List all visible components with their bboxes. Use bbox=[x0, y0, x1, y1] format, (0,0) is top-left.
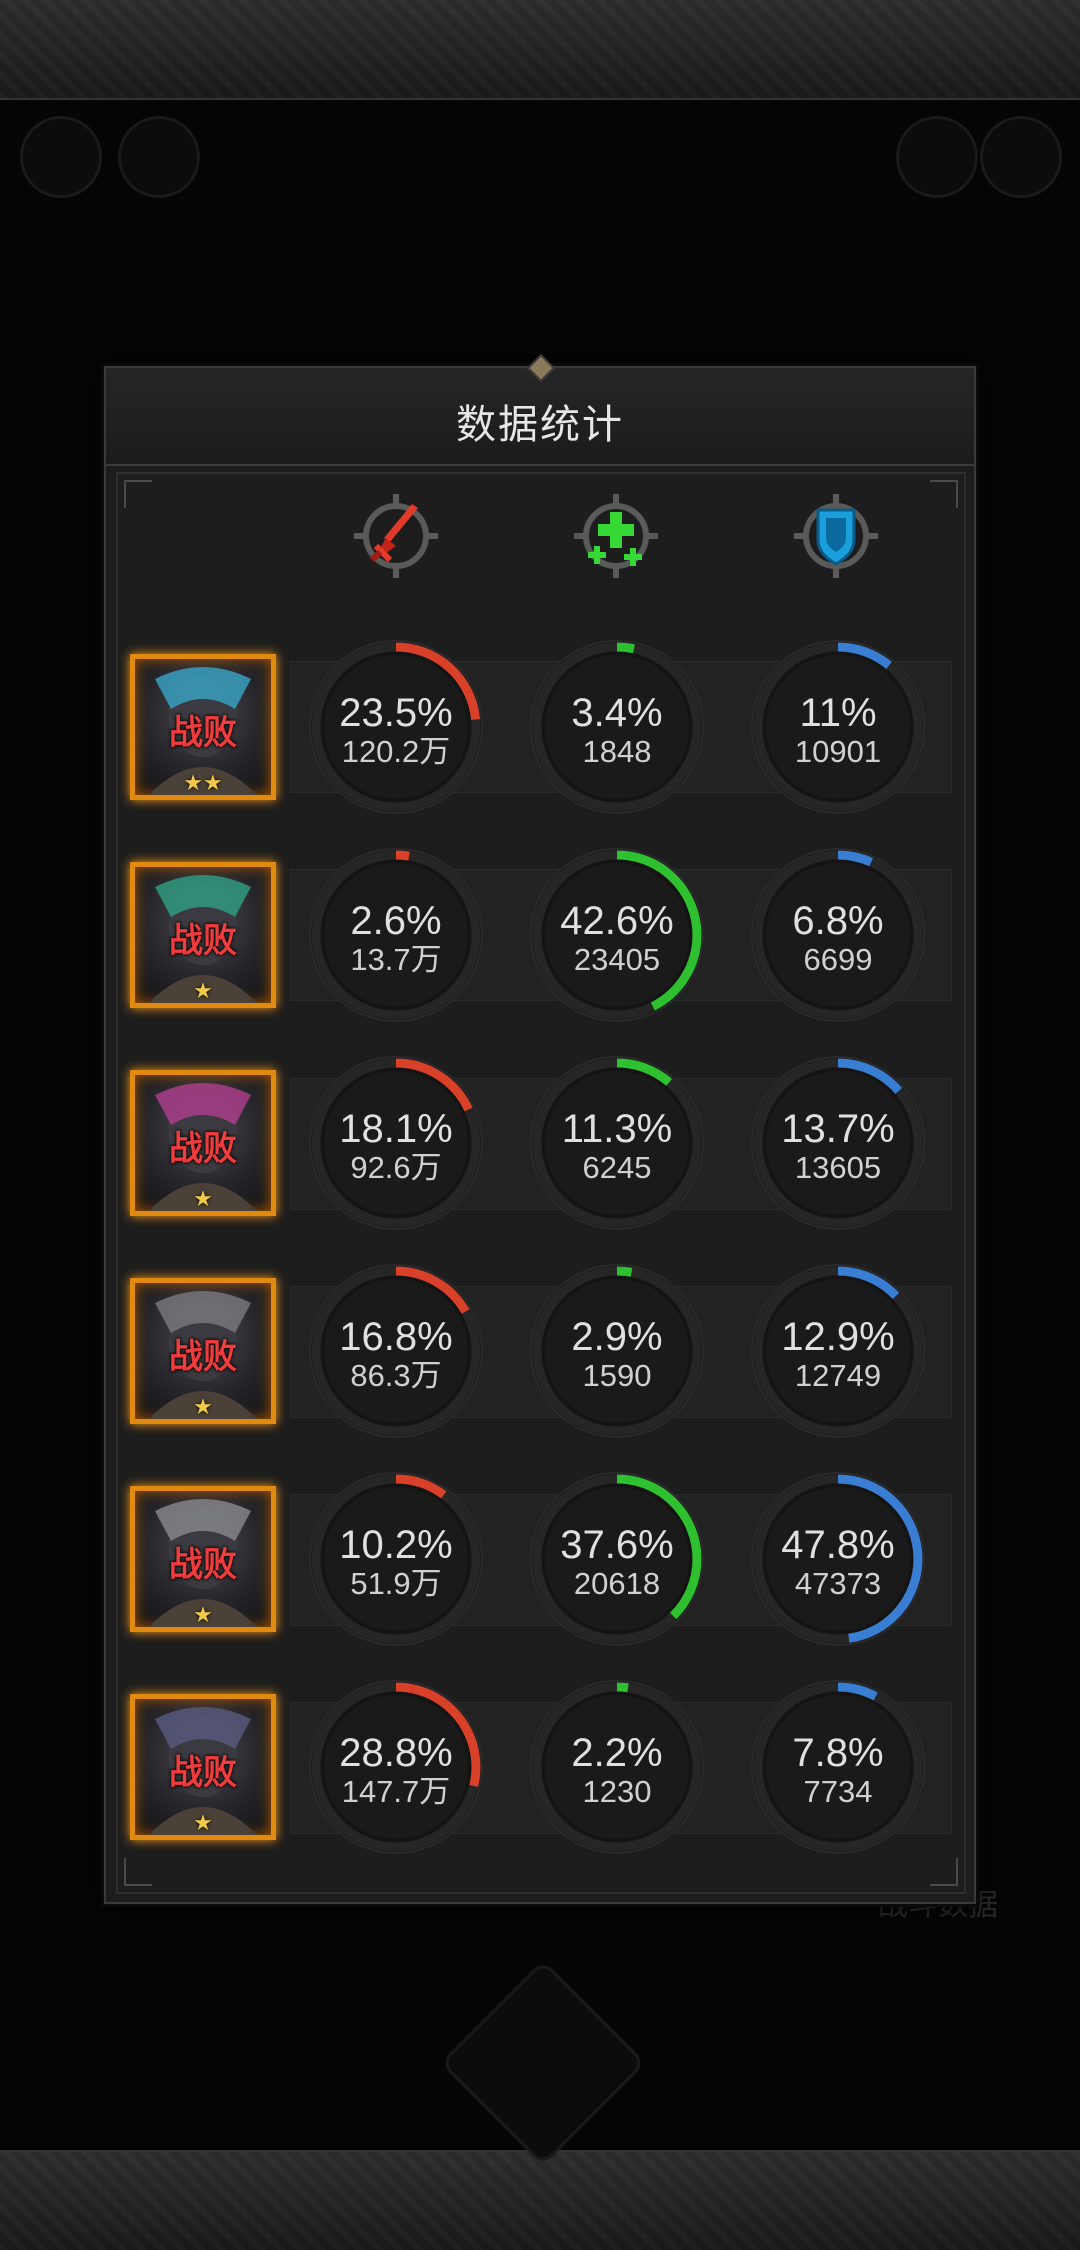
sword-icon[interactable] bbox=[346, 486, 446, 586]
tank-percent: 47.8% bbox=[781, 1523, 895, 1567]
star-rating: ★ bbox=[193, 1394, 213, 1419]
top-frame bbox=[0, 0, 1080, 100]
heal-gauge: 3.4% 1848 bbox=[527, 637, 707, 817]
corner-ornament bbox=[124, 480, 152, 508]
tank-percent: 12.9% bbox=[781, 1315, 895, 1359]
damage-percent: 16.8% bbox=[339, 1315, 453, 1359]
shield-icon[interactable] bbox=[786, 486, 886, 586]
heal-percent: 2.9% bbox=[571, 1315, 663, 1359]
heal-percent: 3.4% bbox=[571, 691, 663, 735]
tank-value: 13605 bbox=[794, 1150, 882, 1185]
star-rating: ★ bbox=[193, 978, 213, 1003]
star-rating: ★★ bbox=[183, 770, 223, 795]
tank-value: 47373 bbox=[794, 1566, 882, 1601]
defeat-label: 战败 bbox=[169, 714, 237, 752]
tank-percent: 6.8% bbox=[792, 899, 884, 943]
heal-cross-icon[interactable] bbox=[566, 486, 666, 586]
damage-value: 120.2万 bbox=[341, 734, 451, 769]
tank-gauge: 12.9% 12749 bbox=[748, 1261, 928, 1441]
star-rating: ★ bbox=[193, 1186, 213, 1211]
heal-value: 1848 bbox=[582, 734, 652, 769]
hero-avatar[interactable]: 战败 ★ bbox=[130, 1070, 276, 1216]
damage-value: 147.7万 bbox=[341, 1774, 451, 1809]
tank-percent: 7.8% bbox=[792, 1731, 884, 1775]
defeat-label: 战败 bbox=[169, 1338, 237, 1376]
hero-avatar[interactable]: 战败 ★ bbox=[130, 1486, 276, 1632]
damage-percent: 10.2% bbox=[339, 1523, 453, 1567]
damage-gauge: 23.5% 120.2万 bbox=[306, 637, 486, 817]
corner-ornament bbox=[930, 480, 958, 508]
damage-gauge: 2.6% 13.7万 bbox=[306, 845, 486, 1025]
heal-value: 23405 bbox=[573, 942, 661, 977]
defeat-label: 战败 bbox=[169, 922, 237, 960]
tank-gauge: 7.8% 7734 bbox=[748, 1677, 928, 1857]
damage-percent: 2.6% bbox=[350, 899, 442, 943]
heal-percent: 37.6% bbox=[560, 1523, 674, 1567]
damage-percent: 23.5% bbox=[339, 691, 453, 735]
heal-gauge: 42.6% 23405 bbox=[527, 845, 707, 1025]
tank-value: 6699 bbox=[803, 942, 873, 977]
tank-percent: 11% bbox=[799, 691, 877, 735]
hero-avatar[interactable]: 战败 ★ bbox=[130, 1694, 276, 1840]
damage-value: 86.3万 bbox=[350, 1358, 442, 1393]
star-rating: ★ bbox=[193, 1810, 213, 1835]
bg-icon bbox=[20, 116, 102, 198]
damage-percent: 28.8% bbox=[339, 1731, 453, 1775]
damage-percent: 18.1% bbox=[339, 1107, 453, 1151]
damage-gauge: 10.2% 51.9万 bbox=[306, 1469, 486, 1649]
bg-icon bbox=[118, 116, 200, 198]
heal-value: 6245 bbox=[582, 1150, 652, 1185]
tank-gauge: 6.8% 6699 bbox=[748, 845, 928, 1025]
hero-avatar[interactable]: 战败 ★ bbox=[130, 862, 276, 1008]
heal-percent: 42.6% bbox=[560, 899, 674, 943]
panel-title: 数据统计 bbox=[456, 403, 624, 447]
heal-gauge: 2.2% 1230 bbox=[527, 1677, 707, 1857]
panel-header: 数据统计 bbox=[106, 353, 974, 466]
hero-avatar[interactable]: 战败 ★★ bbox=[130, 654, 276, 800]
hero-avatar[interactable]: 战败 ★ bbox=[130, 1278, 276, 1424]
tank-gauge: 47.8% 47373 bbox=[748, 1469, 928, 1649]
damage-gauge: 16.8% 86.3万 bbox=[306, 1261, 486, 1441]
heal-value: 1590 bbox=[582, 1358, 652, 1393]
heal-gauge: 11.3% 6245 bbox=[527, 1053, 707, 1233]
damage-gauge: 18.1% 92.6万 bbox=[306, 1053, 486, 1233]
heal-gauge: 37.6% 20618 bbox=[527, 1469, 707, 1649]
tank-percent: 13.7% bbox=[781, 1107, 895, 1151]
heal-value: 1230 bbox=[582, 1774, 652, 1809]
tank-value: 12749 bbox=[794, 1358, 882, 1393]
damage-value: 13.7万 bbox=[350, 942, 442, 977]
defeat-label: 战败 bbox=[169, 1754, 237, 1792]
damage-value: 51.9万 bbox=[350, 1566, 442, 1601]
tank-value: 7734 bbox=[803, 1774, 873, 1809]
heal-value: 20618 bbox=[573, 1566, 661, 1601]
tank-gauge: 13.7% 13605 bbox=[748, 1053, 928, 1233]
heal-percent: 2.2% bbox=[571, 1731, 663, 1775]
bg-emblem bbox=[439, 1959, 647, 2167]
bottom-frame bbox=[0, 2150, 1080, 2250]
heal-percent: 11.3% bbox=[561, 1107, 673, 1151]
corner-ornament bbox=[124, 1858, 152, 1886]
corner-ornament bbox=[930, 1858, 958, 1886]
star-rating: ★ bbox=[193, 1602, 213, 1627]
header-ornament-icon bbox=[526, 353, 556, 383]
damage-value: 92.6万 bbox=[350, 1150, 442, 1185]
defeat-label: 战败 bbox=[169, 1546, 237, 1584]
defeat-label: 战败 bbox=[169, 1130, 237, 1168]
tank-value: 10901 bbox=[794, 734, 882, 769]
bg-icon bbox=[896, 116, 978, 198]
heal-gauge: 2.9% 1590 bbox=[527, 1261, 707, 1441]
tank-gauge: 11% 10901 bbox=[748, 637, 928, 817]
bg-icon bbox=[980, 116, 1062, 198]
damage-gauge: 28.8% 147.7万 bbox=[306, 1677, 486, 1857]
